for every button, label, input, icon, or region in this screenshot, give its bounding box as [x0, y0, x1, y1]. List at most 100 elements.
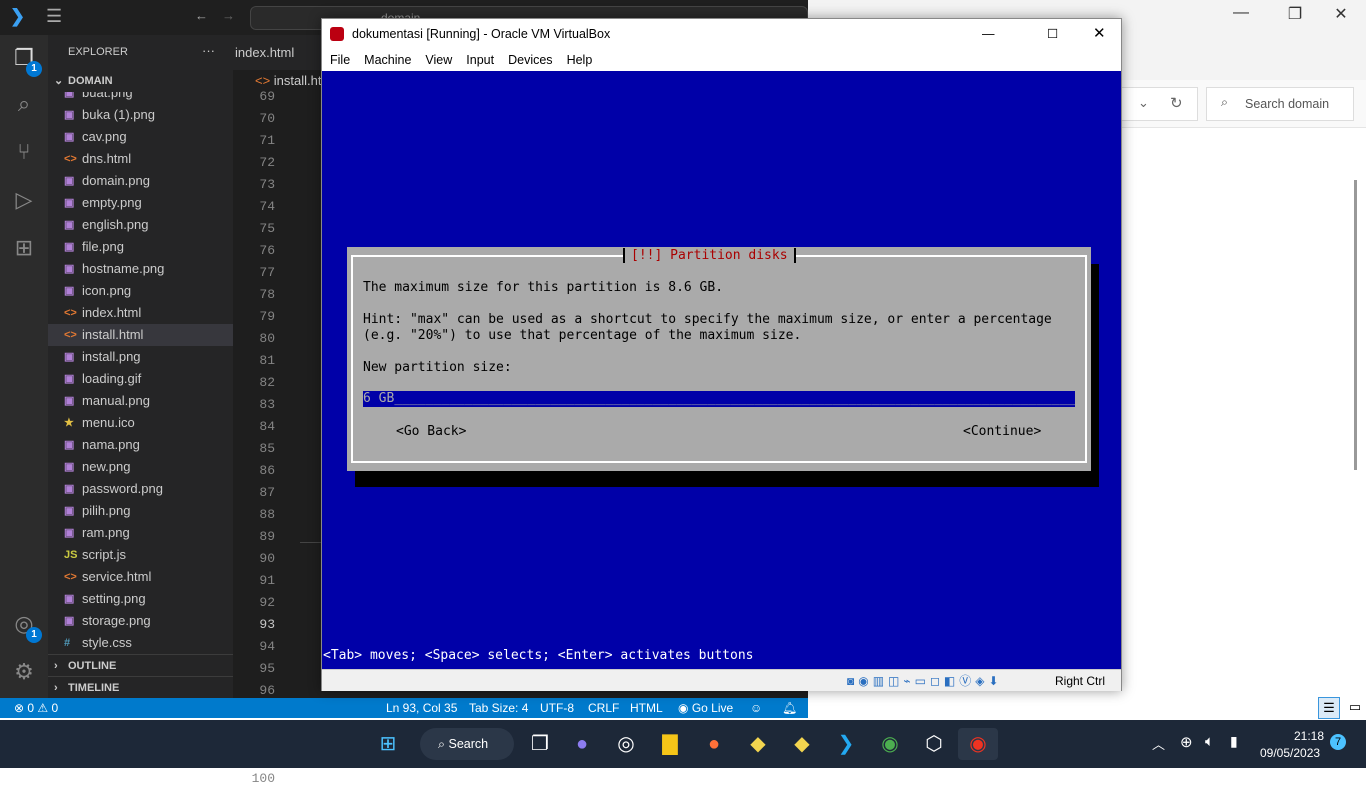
refresh-icon[interactable]: ↻: [1170, 94, 1183, 112]
file-item[interactable]: ▣ hostname.png: [48, 258, 233, 280]
file-item[interactable]: ▣ english.png: [48, 214, 233, 236]
menu-devices[interactable]: Devices: [508, 49, 552, 71]
file-item[interactable]: JS script.js: [48, 544, 233, 566]
extensions-icon[interactable]: ⊞: [10, 235, 38, 263]
bell-icon[interactable]: 🔔︎: [782, 698, 797, 718]
more-actions-button[interactable]: ···: [202, 43, 215, 58]
vscode-icon[interactable]: ❯: [826, 728, 866, 760]
file-name: script.js: [82, 547, 127, 562]
file-item[interactable]: # style.css: [48, 632, 233, 654]
source-control-icon[interactable]: ⑂: [10, 139, 38, 167]
go-live-button[interactable]: ◉ Go Live: [678, 698, 733, 718]
task-view-icon[interactable]: ❐: [520, 728, 560, 760]
file-item[interactable]: ▣ install.png: [48, 346, 233, 368]
go-back-button[interactable]: <Go Back>: [396, 424, 466, 439]
file-item[interactable]: ▣ ram.png: [48, 522, 233, 544]
clock-date[interactable]: 09/05/2023: [1260, 746, 1320, 760]
clock-time[interactable]: 21:18: [1294, 729, 1324, 743]
scrollbar[interactable]: [1354, 180, 1357, 470]
menu-file[interactable]: File: [330, 49, 350, 71]
device-status-icons[interactable]: ◙◉▥◫⌁▭◻◧Ⓥ◈⬇: [847, 672, 1003, 689]
file-item[interactable]: ★ menu.ico: [48, 412, 233, 434]
continue-button[interactable]: <Continue>: [963, 424, 1041, 439]
file-item[interactable]: ▣ pilih.png: [48, 500, 233, 522]
firefox-icon[interactable]: ●: [694, 728, 734, 760]
teams-chat-icon[interactable]: ●: [562, 728, 602, 760]
network-icon[interactable]: ⊕: [1180, 733, 1193, 751]
taskbar: ⊞ ⌕ Search ❐ ● ◎ ▇ ● ◆ ◆ ❯ ◉ ⬡ ◉ ︿ ⊕ 🔈︎ …: [0, 720, 1366, 768]
file-item[interactable]: ▣ nama.png: [48, 434, 233, 456]
vm-window-icon[interactable]: ◉: [958, 728, 998, 760]
host-key-label: Right Ctrl: [1055, 674, 1106, 688]
file-item[interactable]: ▣ password.png: [48, 478, 233, 500]
outline-section[interactable]: › OUTLINE: [48, 654, 233, 676]
notification-badge[interactable]: 7: [1330, 734, 1346, 750]
file-name: password.png: [82, 481, 163, 496]
explorer-icon[interactable]: ❐ 1: [10, 45, 42, 77]
tab-index-html[interactable]: index.html: [235, 45, 294, 60]
search-input[interactable]: ⌕ Search domain: [1206, 87, 1354, 121]
cursor-position[interactable]: Ln 93, Col 35: [386, 698, 457, 718]
menu-icon[interactable]: ☰: [46, 6, 62, 27]
address-bar[interactable]: ⌄ ↻: [1118, 87, 1198, 121]
menu-machine[interactable]: Machine: [364, 49, 411, 71]
file-item[interactable]: <> dns.html: [48, 148, 233, 170]
accounts-icon[interactable]: ◎ 1: [10, 611, 42, 643]
details-view-icon[interactable]: ☰: [1318, 697, 1340, 719]
file-item[interactable]: ▣ cav.png: [48, 126, 233, 148]
partition-size-input[interactable]: 6 GB____________________________________…: [363, 391, 1075, 407]
search-button[interactable]: ⌕ Search: [420, 728, 514, 760]
volume-icon[interactable]: 🔈︎: [1205, 733, 1214, 750]
virtualbox-icon[interactable]: ⬡: [914, 728, 954, 760]
minimize-button[interactable]: —: [1218, 4, 1264, 22]
file-item[interactable]: ▣ loading.gif: [48, 368, 233, 390]
file-item[interactable]: ▣ buka (1).png: [48, 104, 233, 126]
file-item[interactable]: ▣ empty.png: [48, 192, 233, 214]
file-item[interactable]: ▣ file.png: [48, 236, 233, 258]
line-ending[interactable]: CRLF: [588, 698, 619, 718]
vm-screen[interactable]: [!!] Partition disks The maximum size fo…: [322, 71, 1121, 669]
language-mode[interactable]: HTML: [630, 698, 663, 718]
file-item[interactable]: ▣ icon.png: [48, 280, 233, 302]
restore-button[interactable]: ❐: [1272, 4, 1318, 24]
timeline-section[interactable]: › TIMELINE: [48, 676, 233, 698]
show-hidden-icons[interactable]: ︿: [1152, 734, 1165, 753]
folder-header[interactable]: ⌄ DOMAIN: [48, 70, 233, 92]
start-button[interactable]: ⊞: [368, 728, 408, 760]
close-button[interactable]: ✕: [1093, 19, 1106, 49]
feedback-icon[interactable]: ☺: [750, 698, 762, 718]
file-item[interactable]: <> index.html: [48, 302, 233, 324]
python-icon[interactable]: ◆: [738, 728, 778, 760]
line-number: 90: [259, 551, 275, 566]
settings-gear-icon[interactable]: ⚙: [10, 659, 38, 687]
encoding[interactable]: UTF-8: [540, 698, 574, 718]
run-debug-icon[interactable]: ▷: [10, 187, 38, 215]
tiles-view-icon[interactable]: ▭: [1344, 697, 1366, 719]
problems-indicator[interactable]: ⊗ 0 ⚠ 0: [14, 698, 58, 718]
app-icon[interactable]: ◎: [606, 728, 646, 760]
menu-help[interactable]: Help: [567, 49, 593, 71]
tab-size[interactable]: Tab Size: 4: [469, 698, 528, 718]
file-item[interactable]: ▣ setting.png: [48, 588, 233, 610]
battery-icon[interactable]: ▮: [1230, 733, 1238, 750]
python-icon-2[interactable]: ◆: [782, 728, 822, 760]
search-icon[interactable]: ⌕: [10, 91, 38, 119]
file-item[interactable]: ▣ manual.png: [48, 390, 233, 412]
forward-arrow-icon[interactable]: →: [222, 8, 235, 23]
file-item[interactable]: ▣ new.png: [48, 456, 233, 478]
file-item[interactable]: <> service.html: [48, 566, 233, 588]
file-item[interactable]: ▣ storage.png: [48, 610, 233, 632]
minimize-button[interactable]: —: [982, 19, 995, 49]
back-arrow-icon[interactable]: ←: [195, 8, 208, 23]
menu-view[interactable]: View: [425, 49, 452, 71]
img-file-icon: ▣: [64, 483, 75, 495]
file-explorer-icon[interactable]: ▇: [650, 728, 690, 760]
close-button[interactable]: ✕: [1318, 4, 1364, 24]
maximize-button[interactable]: ☐: [1047, 19, 1058, 49]
chrome-icon[interactable]: ◉: [870, 728, 910, 760]
chevron-down-icon[interactable]: ⌄: [1138, 95, 1149, 111]
menu-input[interactable]: Input: [466, 49, 494, 71]
file-name: ram.png: [82, 525, 130, 540]
file-item[interactable]: ▣ domain.png: [48, 170, 233, 192]
file-item[interactable]: <> install.html: [48, 324, 233, 346]
